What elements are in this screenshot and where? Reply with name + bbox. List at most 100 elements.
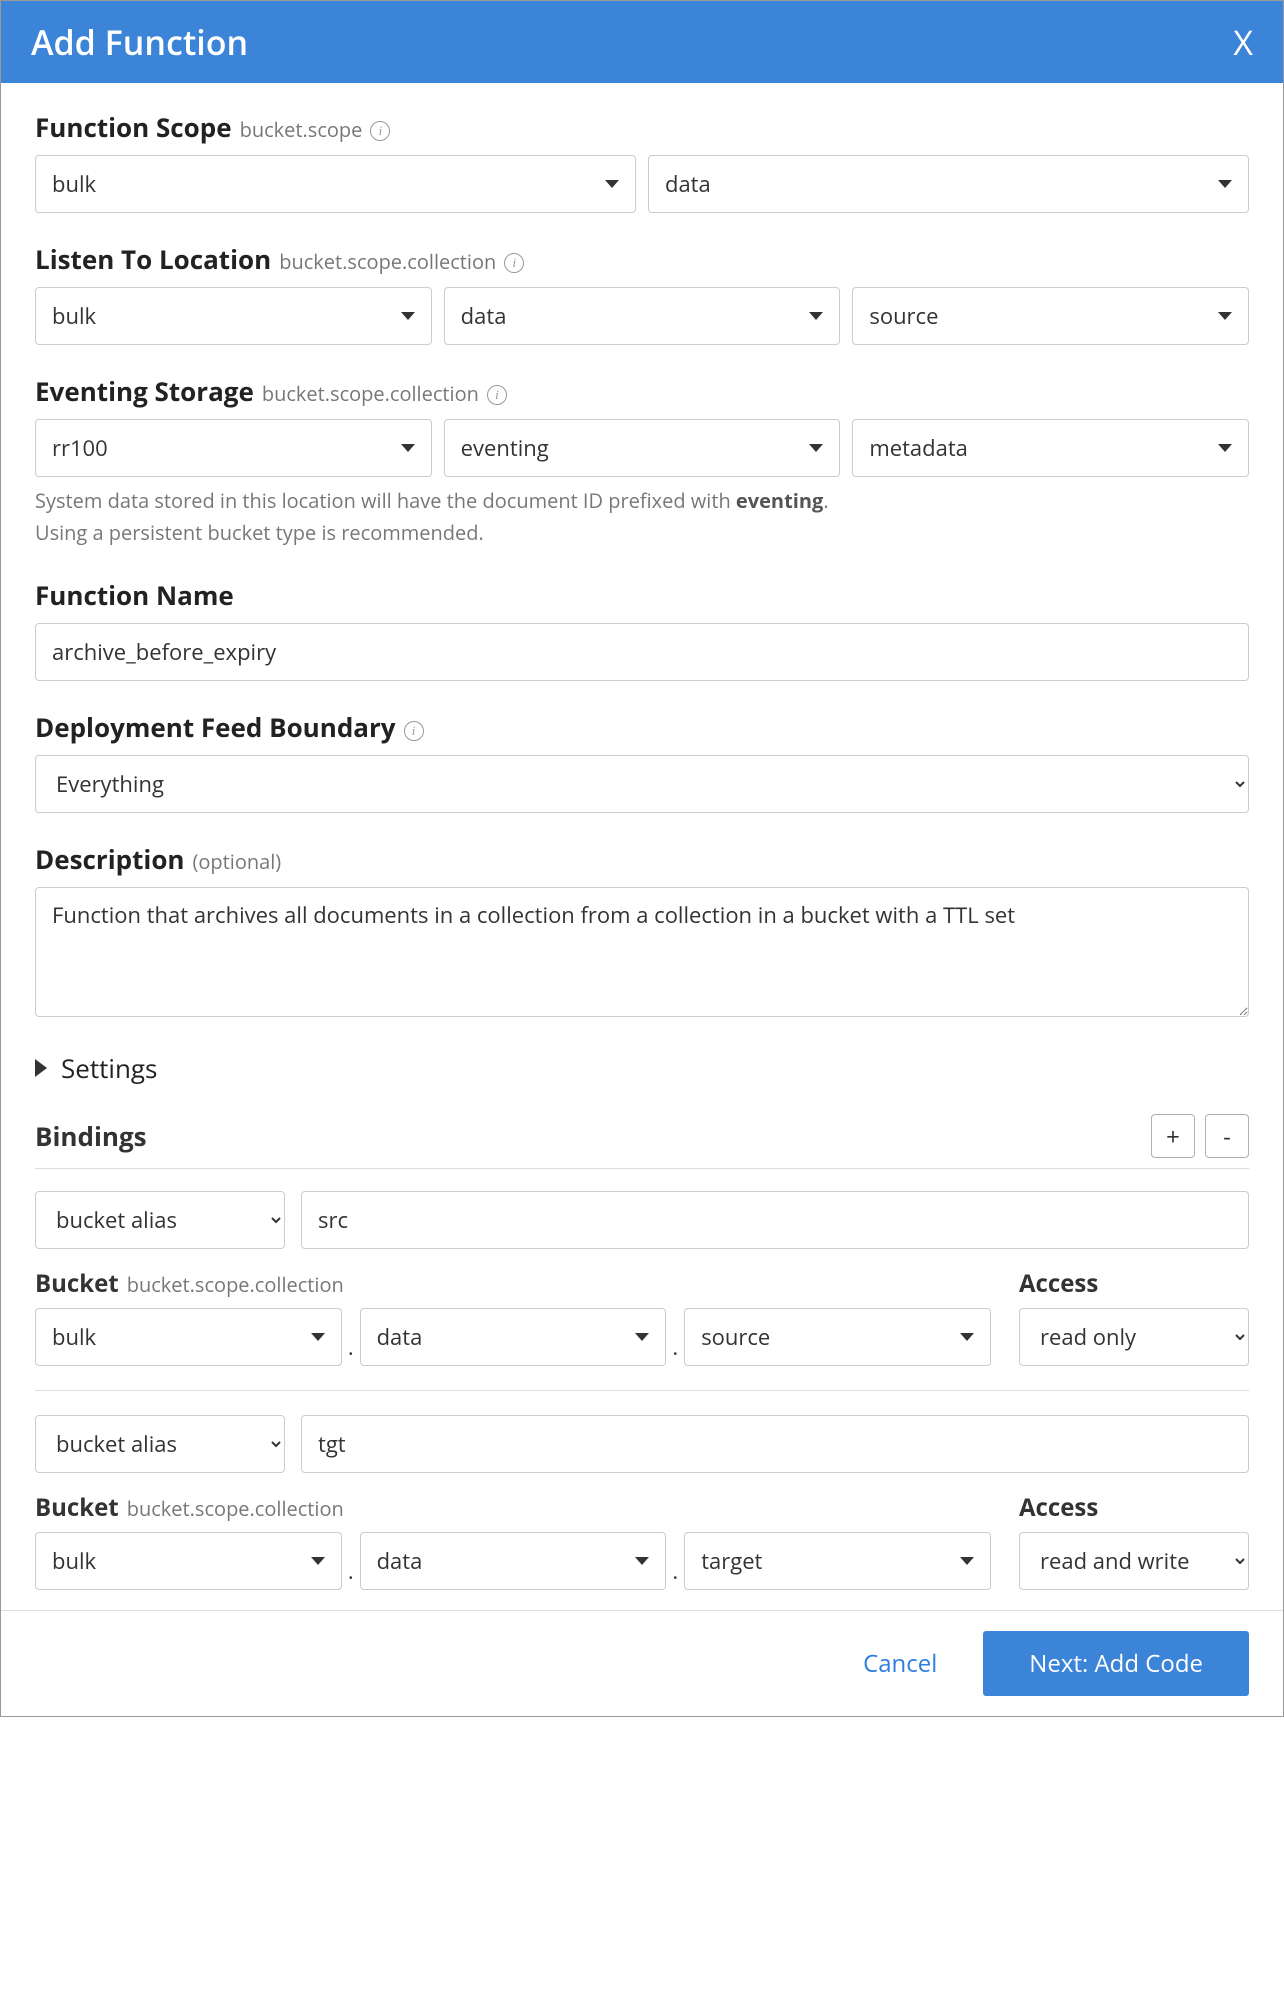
scope-bucket-select[interactable]: bulk — [35, 155, 636, 213]
description-label: Description (optional) — [35, 841, 1249, 877]
chevron-down-icon — [635, 1557, 649, 1565]
select-value: data — [461, 301, 507, 331]
hint-bold: eventing — [736, 487, 823, 514]
binding-alias-input[interactable] — [301, 1415, 1249, 1473]
chevron-down-icon — [960, 1557, 974, 1565]
binding-scope-select[interactable]: data — [360, 1308, 667, 1366]
label-sub: bucket.scope — [240, 116, 363, 143]
binding-access-label: Access — [1019, 1267, 1249, 1300]
bindings-header: Bindings + - — [35, 1114, 1249, 1169]
label-text: Access — [1019, 1491, 1098, 1524]
description-textarea[interactable]: Function that archives all documents in … — [35, 887, 1249, 1017]
binding-row: bucket alias Bucket bucket.scope.collect… — [35, 1191, 1249, 1391]
binding-access-select[interactable]: read and write — [1019, 1532, 1249, 1590]
chevron-down-icon — [1218, 180, 1232, 188]
chevron-down-icon — [809, 312, 823, 320]
label-sub: bucket.scope.collection — [262, 380, 479, 407]
binding-access-select[interactable]: read only — [1019, 1308, 1249, 1366]
select-value: bulk — [52, 1546, 96, 1576]
binding-row: bucket alias Bucket bucket.scope.collect… — [35, 1415, 1249, 1590]
label-text: Function Scope — [35, 109, 232, 145]
dot-separator: . — [670, 1332, 680, 1362]
settings-toggle[interactable]: Settings — [35, 1050, 1249, 1086]
binding-alias-input[interactable] — [301, 1191, 1249, 1249]
select-value: target — [701, 1546, 762, 1576]
binding-bucket-label: Bucket bucket.scope.collection — [35, 1267, 991, 1300]
binding-bucket-select[interactable]: bulk — [35, 1308, 342, 1366]
select-value: rr100 — [52, 433, 108, 463]
boundary-select[interactable]: Everything — [35, 755, 1249, 813]
listen-label: Listen To Location bucket.scope.collecti… — [35, 241, 1249, 277]
label-text: Deployment Feed Boundary — [35, 709, 396, 745]
binding-scope-select[interactable]: data — [360, 1532, 667, 1590]
binding-collection-select[interactable]: source — [684, 1308, 991, 1366]
add-function-dialog: Add Function X Function Scope bucket.sco… — [0, 0, 1284, 1717]
chevron-down-icon — [635, 1333, 649, 1341]
boundary-section: Deployment Feed Boundary i Everything — [35, 709, 1249, 813]
close-icon[interactable]: X — [1233, 25, 1253, 59]
label-text: Function Name — [35, 577, 234, 613]
binding-type-select[interactable]: bucket alias — [35, 1415, 285, 1473]
label-sub: bucket.scope.collection — [127, 1495, 344, 1522]
label-sub: (optional) — [193, 848, 282, 875]
chevron-down-icon — [960, 1333, 974, 1341]
chevron-down-icon — [401, 444, 415, 452]
function-scope-label: Function Scope bucket.scope i — [35, 109, 1249, 145]
select-value: bulk — [52, 301, 96, 331]
storage-label: Eventing Storage bucket.scope.collection… — [35, 373, 1249, 409]
binding-access-label: Access — [1019, 1491, 1249, 1524]
select-value: data — [377, 1546, 423, 1576]
remove-binding-button[interactable]: - — [1205, 1114, 1249, 1158]
info-icon[interactable]: i — [487, 385, 507, 405]
add-binding-button[interactable]: + — [1151, 1114, 1195, 1158]
dialog-title: Add Function — [31, 19, 248, 65]
caret-right-icon — [35, 1059, 47, 1077]
chevron-down-icon — [605, 180, 619, 188]
select-value: data — [665, 169, 711, 199]
info-icon[interactable]: i — [504, 253, 524, 273]
listen-collection-select[interactable]: source — [852, 287, 1249, 345]
scope-scope-select[interactable]: data — [648, 155, 1249, 213]
storage-scope-select[interactable]: eventing — [444, 419, 841, 477]
binding-type-select[interactable]: bucket alias — [35, 1191, 285, 1249]
binding-collection-select[interactable]: target — [684, 1532, 991, 1590]
hint-text: Using a persistent bucket type is recomm… — [35, 519, 484, 546]
binding-bucket-label: Bucket bucket.scope.collection — [35, 1491, 991, 1524]
next-add-code-button[interactable]: Next: Add Code — [983, 1631, 1249, 1696]
listen-bucket-select[interactable]: bulk — [35, 287, 432, 345]
listen-scope-select[interactable]: data — [444, 287, 841, 345]
chevron-down-icon — [809, 444, 823, 452]
eventing-storage-section: Eventing Storage bucket.scope.collection… — [35, 373, 1249, 549]
settings-label: Settings — [61, 1050, 157, 1086]
function-name-section: Function Name — [35, 577, 1249, 681]
label-sub: bucket.scope.collection — [127, 1271, 344, 1298]
bindings-label: Bindings — [35, 1118, 147, 1154]
dialog-body: Function Scope bucket.scope i bulk data … — [1, 83, 1283, 1610]
storage-hint: System data stored in this location will… — [35, 485, 1249, 549]
cancel-button[interactable]: Cancel — [857, 1646, 943, 1681]
listen-location-section: Listen To Location bucket.scope.collecti… — [35, 241, 1249, 345]
select-value: eventing — [461, 433, 549, 463]
name-label: Function Name — [35, 577, 1249, 613]
dot-separator: . — [346, 1332, 356, 1362]
description-section: Description (optional) Function that arc… — [35, 841, 1249, 1022]
info-icon[interactable]: i — [404, 721, 424, 741]
storage-bucket-select[interactable]: rr100 — [35, 419, 432, 477]
dialog-footer: Cancel Next: Add Code — [1, 1610, 1283, 1716]
binding-bucket-select[interactable]: bulk — [35, 1532, 342, 1590]
label-text: Bucket — [35, 1491, 119, 1524]
chevron-down-icon — [1218, 444, 1232, 452]
hint-text: . — [823, 487, 828, 514]
chevron-down-icon — [401, 312, 415, 320]
label-text: Listen To Location — [35, 241, 271, 277]
info-icon[interactable]: i — [370, 121, 390, 141]
storage-collection-select[interactable]: metadata — [852, 419, 1249, 477]
label-text: Bucket — [35, 1267, 119, 1300]
hint-text: System data stored in this location will… — [35, 487, 736, 514]
select-value: bulk — [52, 169, 96, 199]
function-name-input[interactable] — [35, 623, 1249, 681]
select-value: bulk — [52, 1322, 96, 1352]
select-value: data — [377, 1322, 423, 1352]
select-value: metadata — [869, 433, 968, 463]
select-value: source — [701, 1322, 770, 1352]
